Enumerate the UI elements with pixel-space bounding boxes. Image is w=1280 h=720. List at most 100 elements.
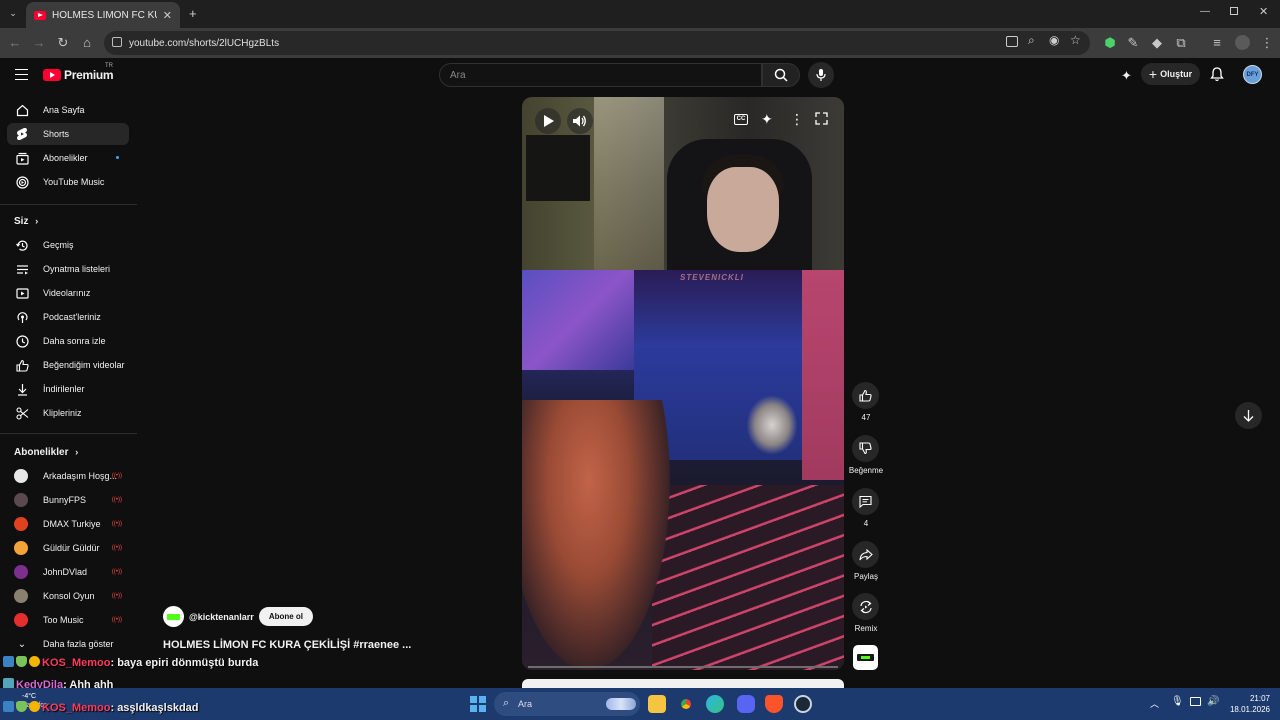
search-input[interactable]: Ara (439, 63, 762, 87)
search-button[interactable] (762, 63, 800, 87)
comments-button[interactable] (852, 488, 879, 515)
back-icon[interactable]: ← (7, 35, 23, 51)
sidebar-item-watch-later[interactable]: Daha sonra izle (7, 330, 129, 352)
show-more-button[interactable]: ⌄ Daha fazla göster (7, 633, 129, 655)
volume-button[interactable] (567, 108, 593, 134)
sidebar-item-clips[interactable]: Klipleriniz (7, 402, 129, 424)
minimize-button[interactable]: — (1200, 6, 1210, 17)
channel-avatar[interactable] (163, 606, 184, 627)
system-clock[interactable]: 21:07 18.01.2026 (1228, 693, 1270, 715)
pen-extension-icon[interactable]: ✎ (1125, 35, 1141, 51)
next-short-preview[interactable] (522, 679, 844, 688)
play-button[interactable] (535, 108, 561, 134)
steam-icon[interactable] (794, 695, 812, 713)
browser-menu-icon[interactable]: ⋮ (1259, 35, 1275, 51)
more-options-icon[interactable]: ⋮ (790, 111, 804, 128)
sidebar-item-history[interactable]: Geçmiş (7, 234, 129, 256)
tray-chevron-up-icon[interactable]: ︿ (1150, 697, 1159, 710)
bookmark-star-icon[interactable]: ☆ (1070, 33, 1081, 47)
taskbar-search[interactable]: ⌕ Ara (494, 692, 640, 716)
fullscreen-icon[interactable] (815, 112, 828, 130)
close-window-button[interactable]: ✕ (1259, 5, 1268, 18)
restore-button[interactable] (1230, 7, 1238, 15)
volume-tray-icon[interactable]: 🔊 (1207, 696, 1219, 707)
remix-button[interactable] (852, 593, 879, 620)
sidebar-subscription-channel[interactable]: Arkadaşım Hoşg... ((•)) (7, 465, 129, 487)
account-avatar[interactable]: DFY (1243, 65, 1262, 84)
sidebar-subscription-channel[interactable]: JohnDVlad ((•)) (7, 561, 129, 583)
subscriptions-section-heading[interactable]: Abonelikler › (14, 447, 78, 458)
media-queue-icon[interactable]: ≡ (1209, 35, 1225, 51)
sidebar-item-label: Shorts (43, 129, 70, 139)
sidebar-subscription-channel[interactable]: Konsol Oyun ((•)) (7, 585, 129, 607)
share-label: Paylaş (853, 572, 878, 581)
subscribe-button[interactable]: Abone ol (258, 607, 314, 626)
sidebar-item-home[interactable]: Ana Sayfa (7, 99, 129, 121)
next-short-button[interactable] (1235, 402, 1262, 429)
sidebar-item-label: YouTube Music (43, 177, 105, 187)
sidebar-item-podcasts[interactable]: Podcast'leriniz (7, 306, 129, 328)
shield-badge-icon (16, 656, 27, 667)
sidebar-subscription-channel[interactable]: BunnyFPS ((•)) (7, 489, 129, 511)
sidebar-subscription-channel[interactable]: Güldür Güldür ((•)) (7, 537, 129, 559)
hamburger-menu-icon[interactable] (15, 69, 28, 80)
sidebar-item-shorts[interactable]: Shorts (7, 123, 129, 145)
shorts-video-player[interactable]: STEVENICKLI CC ✦ ⋮ (522, 97, 844, 670)
file-explorer-icon[interactable] (648, 695, 666, 713)
start-windows-icon[interactable] (470, 696, 486, 712)
sidebar-item-playlists[interactable]: Oynatma listeleri (7, 258, 129, 280)
microphone-tray-icon[interactable]: 🎙 (1171, 696, 1184, 707)
profile-avatar-icon[interactable] (1235, 35, 1250, 50)
chat-message: KOS_Memoo: asşldkaşlskdad (3, 701, 199, 714)
share-button[interactable] (852, 541, 879, 568)
sidebar-subscription-channel[interactable]: Too Music ((•)) (7, 609, 129, 631)
youtube-premium-logo[interactable]: Premium TR (43, 63, 114, 82)
sidebar-subscription-channel[interactable]: DMAX Turkiye ((•)) (7, 513, 129, 535)
sidebar-item-subscriptions[interactable]: Abonelikler (7, 147, 129, 169)
tab-close-icon[interactable]: ✕ (163, 9, 172, 22)
new-tab-button[interactable]: + (189, 6, 197, 21)
chevron-right-icon: › (75, 447, 79, 457)
install-icon[interactable] (1006, 36, 1018, 47)
extensions-puzzle-icon[interactable]: ⧉ (1173, 35, 1189, 51)
sidebar-item-downloads[interactable]: İndirilenler (7, 378, 129, 400)
clock-time: 21:07 (1249, 694, 1270, 703)
site-info-icon[interactable] (112, 37, 122, 47)
channel-handle[interactable]: @kicktenanlarr (189, 612, 254, 622)
zoom-icon[interactable]: ⌕ (1028, 33, 1035, 48)
sidebar-item-liked-videos[interactable]: Beğendiğim videolar (7, 354, 129, 376)
download-icon (15, 382, 29, 396)
chrome-icon[interactable] (677, 695, 695, 713)
gemini-sparkle-icon[interactable]: ✦ (1121, 68, 1132, 84)
dislike-button[interactable] (852, 435, 879, 462)
you-section-heading[interactable]: Siz › (14, 216, 38, 227)
edge-icon[interactable] (706, 695, 724, 713)
captions-icon[interactable]: CC (734, 114, 748, 125)
chat-text: : asşldkaşlskdad (110, 702, 199, 714)
sidebar-item-youtube-music[interactable]: YouTube Music (7, 171, 129, 193)
tab-list-chevron-icon[interactable]: ⌄ (7, 8, 19, 20)
like-button[interactable] (852, 382, 879, 409)
ai-summary-sparkle-icon[interactable]: ✦ (761, 111, 773, 128)
tracking-eye-icon[interactable]: ◉ (1049, 33, 1059, 47)
diamond-extension-icon[interactable]: ◆ (1149, 35, 1165, 51)
forward-icon[interactable]: → (31, 35, 47, 51)
video-progress-bar[interactable] (528, 666, 838, 668)
home-browser-icon[interactable]: ⌂ (79, 35, 95, 51)
sidebar-item-your-videos[interactable]: Videolarınız (7, 282, 129, 304)
notifications-bell-icon[interactable] (1210, 67, 1224, 87)
short-title[interactable]: HOLMES LİMON FC KURA ÇEKİLİŞİ #rraenee .… (163, 639, 411, 651)
create-button[interactable]: + Oluştur (1141, 63, 1200, 85)
browser-tab[interactable]: HOLMES LİMON FC KURA ÇEKİLİ ✕ (26, 2, 180, 28)
extension-shield-icon[interactable]: ⬢ (1102, 35, 1118, 51)
reload-icon[interactable]: ↻ (55, 35, 71, 51)
voice-search-button[interactable] (808, 62, 834, 88)
discord-icon[interactable] (737, 695, 755, 713)
address-bar[interactable]: youtube.com/shorts/2lUCHgzBLts ⌕ ◉ ☆ (104, 31, 1090, 55)
browser-tab-bar: ⌄ HOLMES LİMON FC KURA ÇEKİLİ ✕ + — ✕ (0, 0, 1280, 28)
sound-thumbnail[interactable] (853, 645, 878, 670)
chat-message: KOS_Memoo: baya epiri dönmüştü burda (3, 656, 258, 669)
network-icon[interactable] (1190, 697, 1201, 706)
brave-icon[interactable] (765, 695, 783, 713)
region-code: TR (105, 63, 113, 69)
